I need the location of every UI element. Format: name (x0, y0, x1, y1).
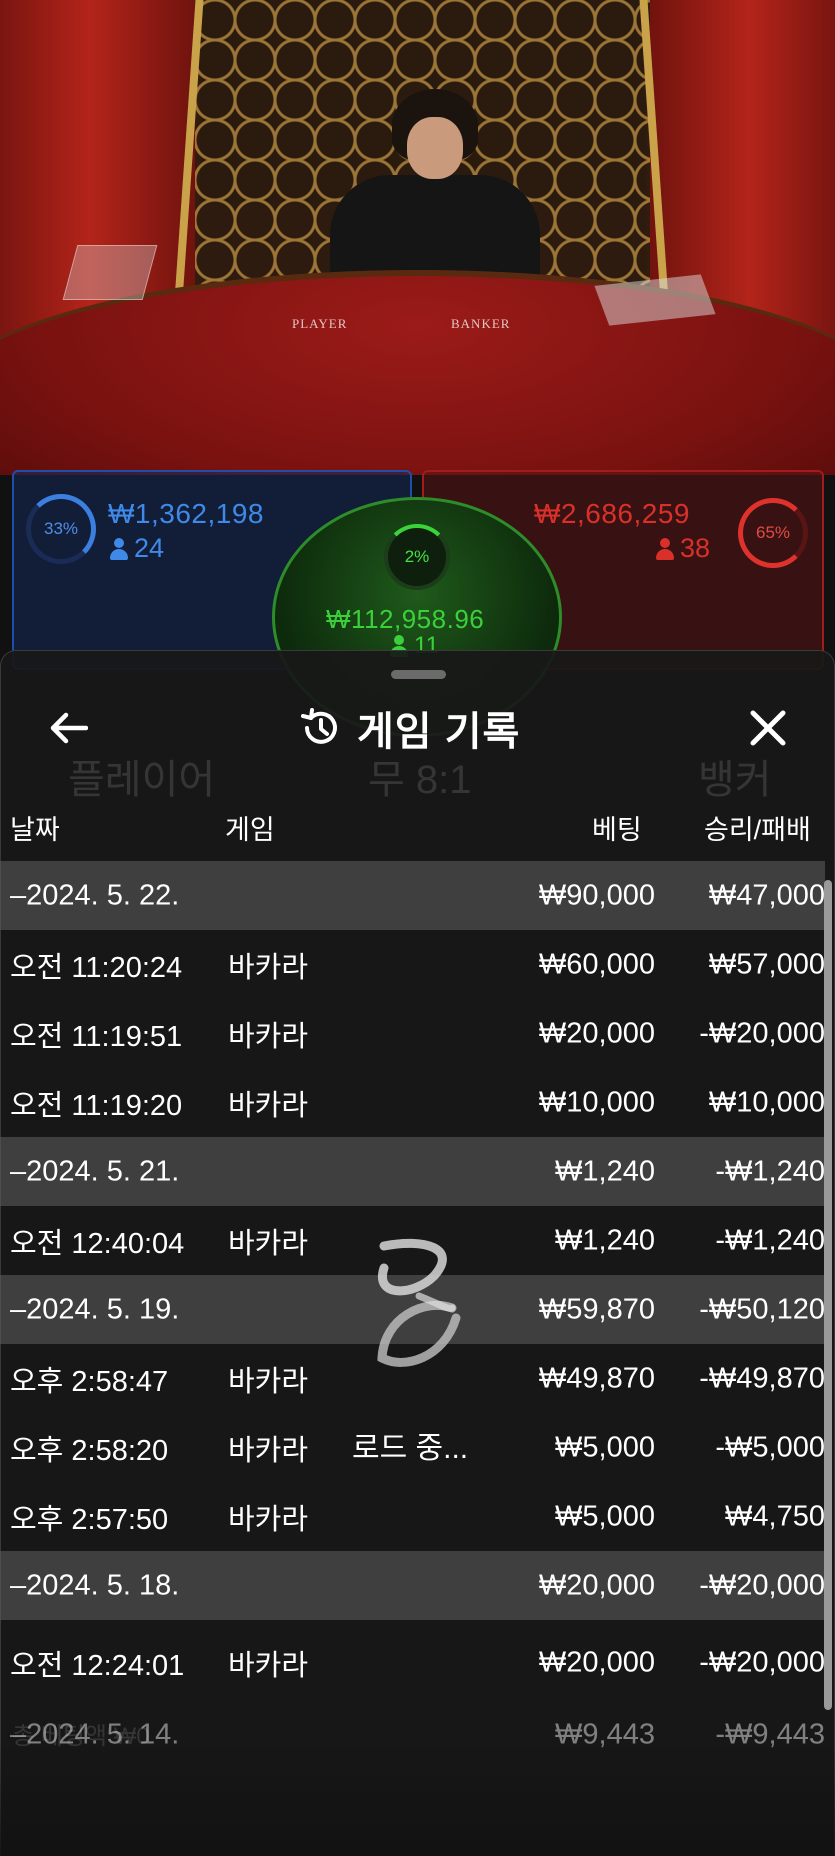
row-winloss: -₩20,000 (699, 1017, 825, 1049)
close-button[interactable] (743, 703, 793, 753)
date-group-row[interactable]: –2024. 5. 22. ₩90,000 ₩47,000 (0, 861, 825, 930)
row-bet: ₩10,000 (538, 1086, 655, 1118)
list-fade-overlay (0, 1740, 835, 1856)
row-date: –2024. 5. 18. (10, 1569, 180, 1601)
row-time: 오후 2:58:47 (10, 1365, 169, 1398)
history-row[interactable]: 오전 11:19:20 바카라 ₩10,000 ₩10,000 (0, 1068, 825, 1137)
row-winloss: ₩10,000 (708, 1086, 825, 1118)
banker-percent-ring: 65% (738, 498, 808, 568)
player-bettor-count: 24 (110, 533, 164, 564)
sheet-title-group: 게임 기록 (299, 703, 520, 754)
row-game: 바카라 (228, 1503, 309, 1536)
row-bet: ₩5,000 (555, 1500, 655, 1532)
row-bet: ₩20,000 (538, 1646, 655, 1678)
tie-bet-total: ₩112,958.96 (326, 604, 485, 634)
history-icon (301, 708, 337, 744)
column-header-game[interactable]: 게임 (225, 808, 275, 847)
history-row[interactable]: 오전 11:19:51 바카라 ₩20,000 -₩20,000 (0, 999, 825, 1068)
row-time: 오후 2:57:50 (10, 1503, 169, 1536)
row-bet: ₩20,000 (538, 1017, 655, 1049)
player-percent-ring: 33% (26, 494, 96, 564)
banker-bettor-count: 38 (656, 533, 710, 564)
row-game: 바카라 (228, 1434, 309, 1467)
row-bet: ₩5,000 (555, 1431, 655, 1463)
row-time: 오전 11:19:20 (10, 1089, 183, 1122)
row-winloss: ₩4,750 (725, 1500, 825, 1532)
row-winloss: -₩1,240 (715, 1224, 825, 1256)
row-game: 바카라 (228, 951, 309, 984)
loading-spinner-icon (377, 1238, 461, 1367)
history-row[interactable]: 오전 12:24:01 바카라 ₩20,000 -₩20,000 (0, 1620, 825, 1705)
row-winloss: ₩57,000 (708, 948, 825, 980)
row-date: –2024. 5. 21. (10, 1155, 180, 1187)
row-bet: ₩59,870 (538, 1293, 655, 1325)
table-label-banker: BANKER (451, 316, 511, 331)
row-bet: ₩90,000 (538, 879, 655, 911)
loading-text: 로드 중... (352, 1432, 469, 1465)
close-icon (750, 710, 786, 746)
row-winloss: -₩5,000 (715, 1431, 825, 1463)
date-group-row[interactable]: –2024. 5. 21. ₩1,240 -₩1,240 (0, 1137, 825, 1206)
row-date: –2024. 5. 22. (10, 879, 180, 911)
row-time: 오전 12:40:04 (10, 1227, 185, 1260)
row-game: 바카라 (228, 1089, 309, 1122)
row-bet: ₩20,000 (538, 1569, 655, 1601)
history-row[interactable]: 오전 11:20:24 바카라 ₩60,000 ₩57,000 (0, 930, 825, 999)
discard-tray (62, 245, 158, 300)
ghost-label: 플레이어 (68, 758, 216, 802)
row-bet: ₩49,870 (538, 1362, 655, 1394)
row-game: 바카라 (228, 1365, 309, 1398)
ghost-label: 뱅커 (698, 758, 772, 802)
row-winloss: ₩47,000 (708, 879, 825, 911)
column-header-winloss[interactable]: 승리/패배 (704, 808, 811, 847)
back-button[interactable] (43, 703, 93, 753)
row-game: 바카라 (228, 1020, 309, 1053)
row-winloss: -₩20,000 (699, 1569, 825, 1601)
date-group-row[interactable]: –2024. 5. 18. ₩20,000 -₩20,000 (0, 1551, 825, 1620)
column-header-date[interactable]: 날짜 (10, 808, 60, 847)
live-video: PLAYER BANKER (0, 0, 835, 475)
player-bet-total: ₩1,362,198 (108, 498, 264, 529)
ghost-label: 총 베팅액 ₩0 (12, 1723, 150, 1750)
row-time: 오후 2:58:20 (10, 1434, 169, 1467)
row-game: 바카라 (228, 1649, 309, 1682)
tie-percent-ring: 2% (384, 524, 450, 590)
table-label-player: PLAYER (292, 316, 348, 331)
history-scrollbar[interactable] (824, 880, 832, 1710)
row-time: 오전 12:24:01 (10, 1649, 185, 1682)
row-bet: ₩60,000 (538, 948, 655, 980)
person-icon (110, 537, 128, 560)
row-winloss: -₩20,000 (699, 1646, 825, 1678)
row-bet: ₩1,240 (555, 1224, 655, 1256)
ghost-label: 무 8:1 (368, 758, 472, 802)
row-winloss: -₩49,870 (699, 1362, 825, 1394)
banker-bet-total: ₩2,686,259 (534, 498, 690, 529)
history-row[interactable]: 오후 2:57:50 바카라 ₩5,000 ₩4,750 (0, 1482, 825, 1551)
row-winloss: -₩1,240 (715, 1155, 825, 1187)
row-time: 오전 11:19:51 (10, 1020, 183, 1053)
arrow-left-icon (50, 712, 88, 744)
sheet-drag-handle[interactable] (391, 670, 446, 679)
dealer (330, 89, 540, 315)
row-date: –2024. 5. 19. (10, 1293, 180, 1325)
row-game: 바카라 (228, 1227, 309, 1260)
person-icon (656, 537, 674, 560)
column-header-bet[interactable]: 베팅 (592, 808, 642, 847)
row-winloss: -₩50,120 (699, 1293, 825, 1325)
row-time: 오전 11:20:24 (10, 951, 183, 984)
row-bet: ₩1,240 (555, 1155, 655, 1187)
